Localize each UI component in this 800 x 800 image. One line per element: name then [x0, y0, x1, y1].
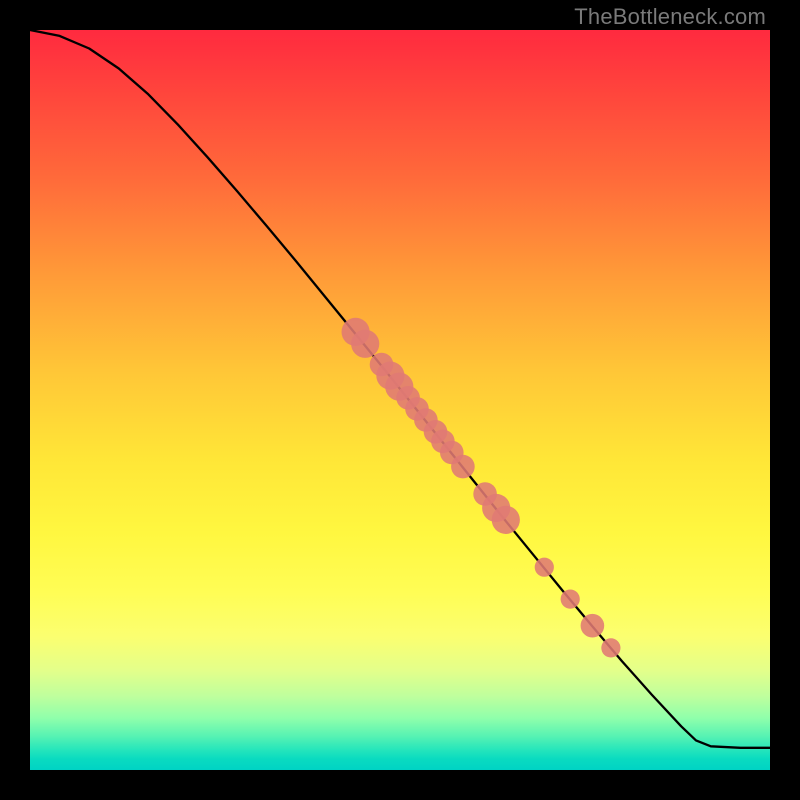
watermark-text: TheBottleneck.com [574, 4, 766, 30]
chart-svg [30, 30, 770, 770]
data-point [451, 455, 475, 479]
data-point [601, 638, 620, 657]
data-point [351, 330, 379, 358]
data-points [342, 318, 621, 658]
data-point [492, 506, 520, 534]
data-point [561, 590, 580, 609]
data-point [535, 558, 554, 577]
plot-area [30, 30, 770, 770]
chart-stage: TheBottleneck.com [0, 0, 800, 800]
data-point [581, 614, 605, 638]
